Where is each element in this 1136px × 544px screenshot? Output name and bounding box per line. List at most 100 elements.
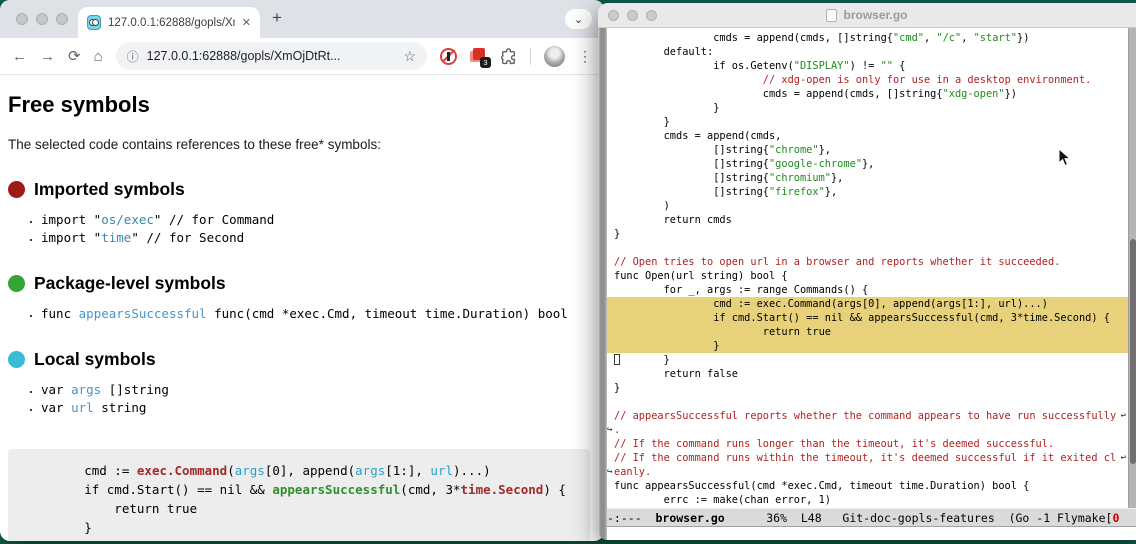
browser-window: 127.0.0.1:62888/gopls/XmOjD ✕ + ⌄ ← → ⟳ … [0,0,604,541]
code-line: func appearsSuccessful(cmd *exec.Cmd, ti… [607,479,1136,493]
code-line: []string{"chrome"}, [607,143,1136,157]
line-continuation-icon: ↪ [607,466,612,478]
extension-badge-icon[interactable]: 3 [470,48,487,64]
code-line: } [607,381,1136,395]
echo-area[interactable] [607,527,1136,540]
tab-title: 127.0.0.1:62888/gopls/XmOjD [108,17,235,29]
code-line: []string{"chromium"}, [607,171,1136,185]
code-line: cmds = append(cmds, [607,129,1136,143]
url-text[interactable]: 127.0.0.1:62888/gopls/XmOjDtRt... [147,49,396,63]
window-controls [16,13,68,25]
section-dot-icon [8,351,25,368]
tab-strip: 127.0.0.1:62888/gopls/XmOjD ✕ + ⌄ [0,0,604,38]
extension-badge-count: 3 [480,57,491,68]
section-heading: Local symbols [8,349,596,370]
code-line: ) [607,199,1136,213]
symbol-link[interactable]: time [101,230,131,245]
page-intro: The selected code contains references to… [8,137,596,152]
code-line: return true [24,499,574,518]
section-title: Local symbols [34,349,156,370]
gopher-favicon-icon [87,15,101,30]
editor-body: cmds = append(cmds, []string{"cmd", "/c"… [598,28,1136,540]
site-info-icon[interactable]: ⓘ [127,48,139,65]
code-line: []string{"firefox"}, [607,185,1136,199]
symbol-sections: Imported symbolsimport "os/exec" // for … [8,179,596,416]
line-wrap-icon: ↩ [1121,410,1126,422]
section-dot-icon [8,275,25,292]
editor-title: browser.go [843,8,907,22]
code-line: .↪ [607,423,1136,437]
code-line: } [607,339,1136,353]
code-line: func Open(url string) bool { [607,269,1136,283]
code-line: } [607,227,1136,241]
code-line: } [607,115,1136,129]
forward-icon[interactable]: → [40,49,55,64]
section-heading: Package-level symbols [8,273,596,294]
code-line: if cmd.Start() == nil && appearsSuccessf… [607,311,1136,325]
symbol-link[interactable]: args [71,382,101,397]
code-line: if os.Getenv("DISPLAY") != "" { [607,59,1136,73]
home-icon[interactable]: ⌂ [94,49,103,64]
editor-main: cmds = append(cmds, []string{"cmd", "/c"… [607,28,1136,540]
close-window-button[interactable] [608,10,619,21]
code-line: } [607,353,1136,367]
code-line: if cmd.Start() == nil && appearsSuccessf… [24,480,574,499]
menu-kebab-icon[interactable]: ⋮ [578,48,592,65]
minimize-window-button[interactable] [36,13,48,25]
maximize-window-button[interactable] [56,13,68,25]
page-code-block: cmd := exec.Command(args[0], append(args… [8,449,590,541]
close-window-button[interactable] [16,13,28,25]
page-title: Free symbols [8,92,596,118]
code-line: } [607,101,1136,115]
symbol-link[interactable]: os/exec [101,212,154,227]
reload-icon[interactable]: ⟳ [68,49,81,64]
page-content: Free symbols The selected code contains … [0,92,604,541]
editor-window: browser.go cmds = append(cmds, []string{… [598,3,1136,540]
right-scrollbar[interactable] [1128,28,1136,508]
modeline: -:--- browser.go 36% L48 Git-doc-gopls-f… [607,508,1136,527]
editor-window-controls [608,10,657,21]
symbol-list-item: func appearsSuccessful func(cmd *exec.Cm… [41,305,596,322]
document-icon [826,9,837,22]
new-tab-button[interactable]: + [272,8,282,28]
text-cursor [614,354,620,365]
adblocker-extension-icon[interactable] [440,48,457,65]
left-scrollbar[interactable] [598,28,607,540]
code-line: errc := make(chan error, 1) [607,493,1136,507]
section-dot-icon [8,181,25,198]
mouse-cursor [1058,148,1071,167]
code-line: cmds = append(cmds, []string{"cmd", "/c"… [607,31,1136,45]
code-line: } [24,518,574,537]
scrollbar-thumb[interactable] [1130,239,1136,464]
browser-tab[interactable]: 127.0.0.1:62888/gopls/XmOjD ✕ [78,7,260,38]
code-line [607,241,1136,255]
minimize-window-button[interactable] [627,10,638,21]
code-line: return false [607,367,1136,381]
code-line: return true [607,325,1136,339]
code-line: // If the command runs longer than the t… [607,437,1136,451]
browser-toolbar: ← → ⟳ ⌂ ⓘ 127.0.0.1:62888/gopls/XmOjDtRt… [0,38,604,75]
code-line: []string{"google-chrome"}, [607,157,1136,171]
back-icon[interactable]: ← [12,49,27,64]
extensions-puzzle-icon[interactable] [500,48,517,65]
profile-avatar[interactable] [544,46,565,67]
editor-text[interactable]: cmds = append(cmds, []string{"cmd", "/c"… [607,28,1136,508]
symbol-list-item: var args []string [41,381,596,398]
code-line: for _, args := range Commands() { [607,283,1136,297]
code-line: // Open tries to open url in a browser a… [607,255,1136,269]
section-title: Package-level symbols [34,273,226,294]
section-heading: Imported symbols [8,179,596,200]
code-line: cmd := exec.Command(args[0], append(args… [24,461,574,480]
address-bar[interactable]: ⓘ 127.0.0.1:62888/gopls/XmOjDtRt... ☆ [116,42,427,70]
tab-search-button[interactable]: ⌄ [565,9,592,29]
bookmark-star-icon[interactable]: ☆ [403,48,416,65]
tab-close-icon[interactable]: ✕ [242,16,251,29]
code-line [607,395,1136,409]
code-line: cmds = append(cmds, []string{"xdg-open"}… [607,87,1136,101]
symbol-link[interactable]: appearsSuccessful [79,306,207,321]
symbol-link[interactable]: url [71,400,94,415]
editor-titlebar[interactable]: browser.go [598,3,1136,28]
maximize-window-button[interactable] [646,10,657,21]
symbol-list-item: var url string [41,399,596,416]
code-line: eanly.↪ [607,465,1136,479]
